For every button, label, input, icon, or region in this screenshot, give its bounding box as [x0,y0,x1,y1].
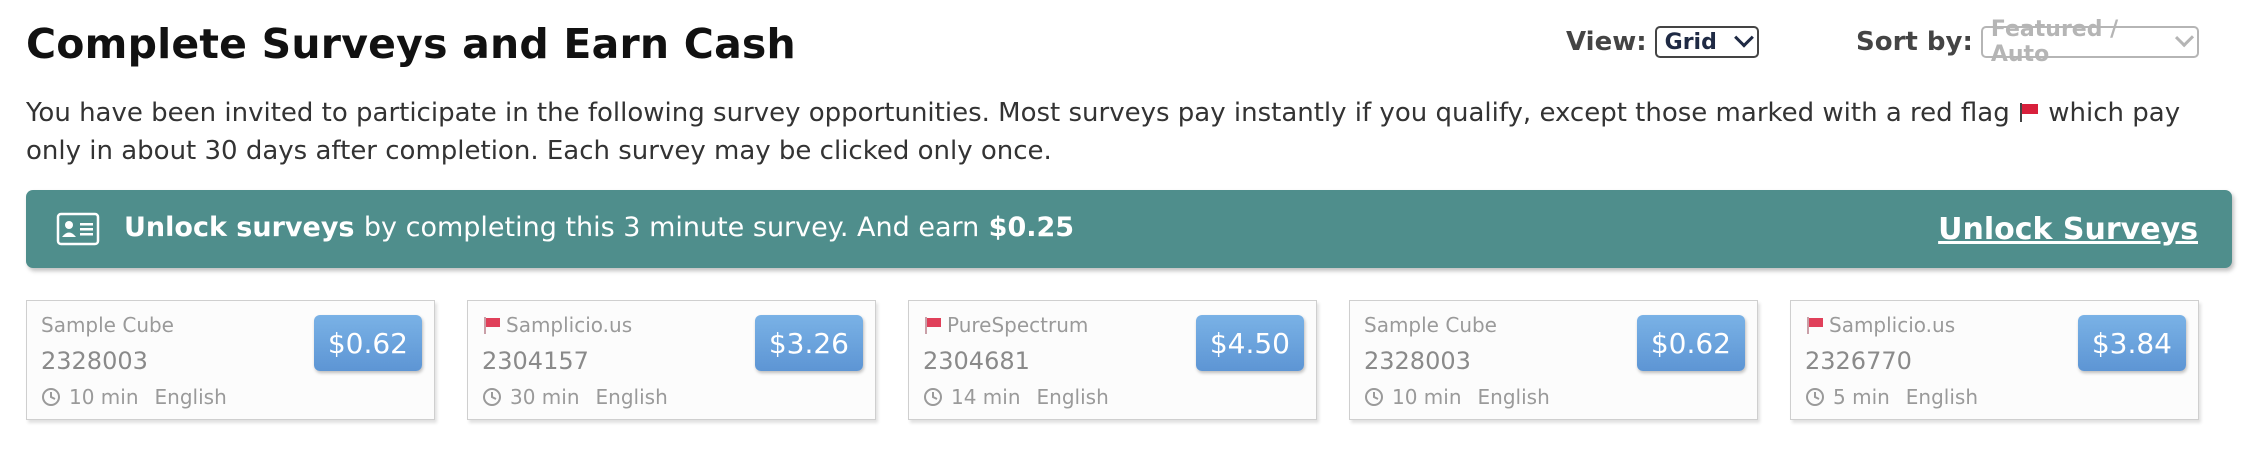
survey-duration: 30 min [510,385,580,409]
sort-select[interactable]: Featured / Auto [1980,17,2199,67]
survey-duration: 10 min [1392,385,1462,409]
provider-name: Samplicio.us [1829,313,1956,337]
banner-bold: Unlock surveys [124,212,355,243]
survey-id: 2304681 [923,347,1030,375]
clock-icon [483,388,501,406]
provider: Samplicio.us [482,313,632,337]
survey-meta: 14 min English [923,385,1109,409]
red-flag-icon [484,317,500,334]
survey-language: English [1905,385,1979,409]
clock-icon [42,388,60,406]
chevron-down-icon [1733,27,1754,48]
survey-meta: 30 min English [482,385,668,409]
provider: Sample Cube [41,313,174,337]
survey-card[interactable]: Samplicio.us 2304157 30 min English $3.2… [467,300,876,420]
survey-id: 2328003 [41,347,148,375]
view-label: View: [1566,27,1647,57]
unlock-banner[interactable]: Unlock surveys by completing this 3 minu… [26,190,2232,268]
clock-icon [1365,388,1383,406]
provider: Sample Cube [1364,313,1497,337]
banner-text: Unlock surveys by completing this 3 minu… [124,212,1074,243]
survey-card[interactable]: Sample Cube 2328003 10 min English $0.62 [26,300,435,420]
price-button[interactable]: $0.62 [313,315,422,371]
banner-amount: $0.25 [988,212,1075,243]
view-select-value: Grid [1664,29,1717,55]
sort-select-value: Featured / Auto [1990,17,2119,67]
survey-language: English [1477,385,1550,409]
price-button[interactable]: $4.50 [1195,315,1304,371]
survey-id: 2328003 [1364,347,1471,375]
survey-duration: 14 min [951,385,1021,409]
provider: Samplicio.us [1805,313,1955,337]
survey-language: English [1036,385,1109,409]
red-flag-icon [2019,103,2038,122]
survey-language: English [595,385,668,409]
sort-label: Sort by: [1856,27,1973,57]
page-title: Complete Surveys and Earn Cash [26,20,796,68]
survey-card[interactable]: Sample Cube 2328003 10 min English $0.62 [1349,300,1758,420]
price-button[interactable]: $3.84 [2077,315,2186,371]
survey-language: English [154,385,227,409]
red-flag-icon [1807,317,1823,334]
survey-duration: 5 min [1833,385,1890,409]
survey-meta: 10 min English [1364,385,1550,409]
survey-id: 2304157 [482,347,589,375]
clock-icon [924,388,942,406]
price-button[interactable]: $0.62 [1636,315,1745,371]
id-card-icon [56,212,100,246]
provider-name: Sample Cube [1364,313,1497,337]
unlock-surveys-link[interactable]: Unlock Surveys [1938,212,2198,247]
price-button[interactable]: $3.26 [754,315,863,371]
survey-card[interactable]: PureSpectrum 2304681 14 min English $4.5… [908,300,1317,420]
sort-control: Sort by: Featured / Auto [1856,17,2199,67]
red-flag-icon [925,317,941,334]
survey-meta: 10 min English [41,385,227,409]
view-control: View: Grid [1566,26,1759,58]
survey-card[interactable]: Samplicio.us 2326770 5 min English $3.84 [1790,300,2199,420]
intro-part-1: You have been invited to participate in … [26,98,2010,128]
survey-id: 2326770 [1805,347,1912,375]
survey-duration: 10 min [69,385,139,409]
clock-icon [1806,388,1824,406]
banner-middle: by completing this 3 minute survey. And … [363,212,980,243]
intro-text: You have been invited to participate in … [26,94,2236,170]
view-select[interactable]: Grid [1654,26,1759,58]
chevron-down-icon [2174,28,2194,48]
survey-meta: 5 min English [1805,385,1978,409]
provider-name: PureSpectrum [947,313,1089,337]
provider: PureSpectrum [923,313,1088,337]
provider-name: Sample Cube [41,313,174,337]
provider-name: Samplicio.us [506,313,633,337]
